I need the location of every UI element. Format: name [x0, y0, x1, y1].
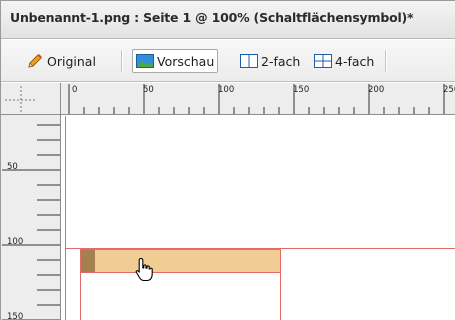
two-up-view-label: 2-fach: [261, 53, 301, 69]
ruler-label: 150: [293, 85, 310, 95]
two-up-view-button[interactable]: 2-fach: [237, 49, 303, 73]
document-canvas[interactable]: [62, 116, 455, 320]
preview-view-button[interactable]: Vorschau: [132, 49, 219, 73]
ruler-origin-corner[interactable]: [1, 83, 61, 115]
hand-pointer-icon: [134, 257, 156, 283]
two-pane-icon: [240, 53, 258, 69]
window-title: Unbenannt-1.png : Seite 1 @ 100% (Schalt…: [10, 10, 414, 25]
original-view-label: Original: [47, 53, 96, 69]
toolbar-separator: [385, 50, 386, 72]
preview-view-label: Vorschau: [157, 53, 215, 69]
slice-box[interactable]: [80, 273, 281, 320]
ruler-label: 0: [72, 85, 78, 95]
selection-handle[interactable]: [81, 250, 95, 272]
ruler-label: 250: [443, 85, 455, 95]
ruler-label: 200: [368, 85, 385, 95]
vertical-ruler[interactable]: 50 100 150: [1, 115, 61, 320]
ruler-label: 50: [7, 162, 18, 172]
ruler-label: 50: [143, 85, 154, 95]
ruler-label: 150: [7, 312, 24, 320]
four-up-view-button[interactable]: 4-fach: [311, 49, 377, 73]
original-view-button[interactable]: Original: [23, 49, 99, 73]
canvas-left-edge-guide[interactable]: [65, 116, 66, 320]
pencil-icon: [26, 53, 44, 69]
button-symbol-bar[interactable]: [80, 249, 281, 273]
horizontal-ruler[interactable]: 0 50 100 150 200 250: [61, 83, 455, 115]
view-toolbar: Original Vorschau 2-fach 4-fach: [1, 40, 455, 82]
document-window: Unbenannt-1.png : Seite 1 @ 100% (Schalt…: [0, 0, 455, 320]
ruler-label: 100: [218, 85, 235, 95]
four-up-view-label: 4-fach: [335, 53, 375, 69]
toolbar-separator: [121, 50, 122, 72]
title-bar[interactable]: Unbenannt-1.png : Seite 1 @ 100% (Schalt…: [1, 1, 455, 39]
four-pane-icon: [314, 53, 332, 69]
ruler-label: 100: [7, 237, 24, 247]
landscape-image-icon: [136, 53, 154, 69]
